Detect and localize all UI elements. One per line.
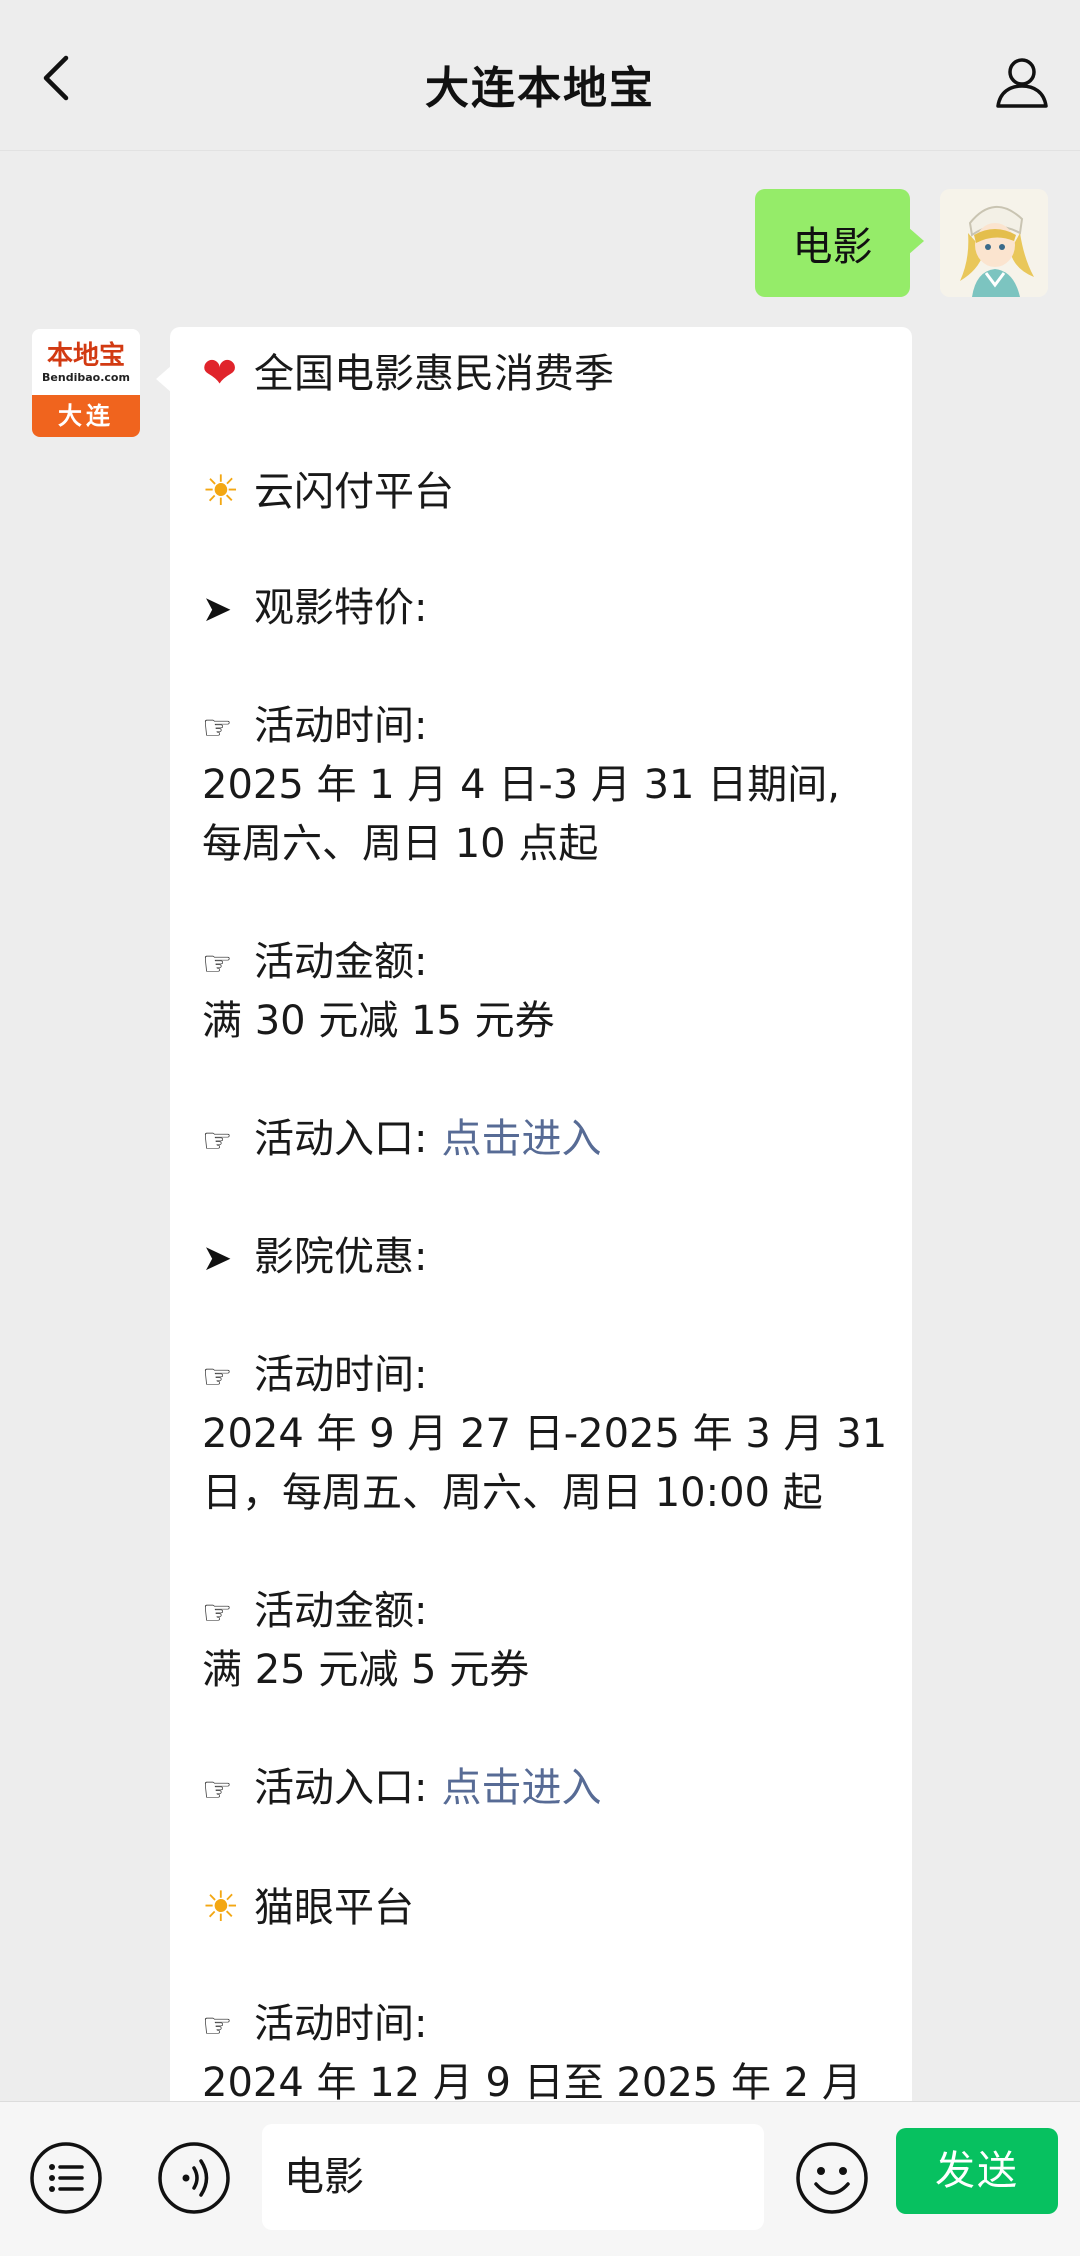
bendibao-logo: 本地宝 Bendibao.com: [32, 329, 140, 395]
avatar-city-label: 大连: [32, 395, 140, 437]
activity-time-value: 2024 年 12 月 9 日至 2025 年 2 月: [202, 2060, 862, 2101]
official-account-avatar[interactable]: 本地宝 Bendibao.com 大连: [32, 329, 140, 437]
sun-icon: ☀: [202, 466, 240, 515]
message-input-bar: 电影 发送: [0, 2101, 1080, 2256]
person-icon: [996, 58, 1048, 108]
pointing-hand-icon: ☞: [202, 1770, 233, 1810]
message-line: ☞ 活动时间:: [202, 1995, 880, 2054]
pointing-hand-icon: ☞: [202, 708, 233, 748]
message-line: ➤ 观影特价:: [202, 579, 880, 638]
sun-icon: ☀: [202, 1882, 240, 1931]
section-heading: 影院优惠:: [254, 1234, 428, 1280]
pointing-hand-icon: ☞: [202, 2006, 233, 2046]
platform-heading: 云闪付平台: [254, 469, 454, 515]
message-line: ☀ 猫眼平台: [202, 1877, 880, 1936]
send-button[interactable]: 发送: [896, 2128, 1058, 2214]
field-label: 活动时间:: [254, 703, 428, 749]
message-line: ☞ 活动时间:: [202, 697, 880, 756]
field-label: 活动时间:: [254, 2001, 428, 2047]
menu-button[interactable]: [28, 2140, 104, 2216]
activity-amount-value: 满 25 元减 5 元券: [202, 1647, 530, 1693]
field-label: 活动入口:: [254, 1765, 428, 1811]
voice-icon: [158, 2142, 230, 2214]
user-avatar[interactable]: [940, 189, 1048, 297]
sent-message-bubble[interactable]: 电影: [755, 189, 924, 297]
pointing-hand-icon: ☞: [202, 1357, 233, 1397]
pointing-hand-icon: ☞: [202, 944, 233, 984]
heart-icon: ❤: [202, 348, 238, 397]
field-label: 活动时间:: [254, 1352, 428, 1398]
list-menu-icon: [30, 2142, 102, 2214]
anime-character-avatar-image: [940, 189, 1048, 297]
chat-message-list[interactable]: 电影 本地宝 Bendibao.com 大连 ❤ 全国电影惠民消费季 ☀ 云闪付…: [0, 151, 1080, 2101]
message-line: ☞ 活动金额:: [202, 933, 880, 992]
field-label: 活动金额:: [254, 939, 428, 985]
top-nav-bar: 大连本地宝: [0, 0, 1080, 151]
chat-title: 大连本地宝: [425, 63, 655, 114]
pointing-hand-icon: ☞: [202, 1593, 233, 1633]
chat-profile-button[interactable]: [992, 52, 1052, 112]
message-line: ➤ 影院优惠:: [202, 1228, 880, 1287]
emoji-button[interactable]: [794, 2140, 870, 2216]
pointing-hand-icon: ☞: [202, 1121, 233, 1161]
activity-time-value: 每周六、周日 10 点起: [202, 821, 599, 867]
activity-time-value: 2024 年 9 月 27 日-2025 年 3 月 31: [202, 1411, 888, 1457]
entry-link[interactable]: 点击进入: [441, 1765, 601, 1811]
field-label: 活动金额:: [254, 1588, 428, 1634]
arrow-right-icon: ➤: [202, 1238, 233, 1279]
field-label: 活动入口:: [254, 1116, 428, 1162]
message-line: ☞ 活动时间:: [202, 1346, 880, 1405]
message-line: ☞ 活动入口: 点击进入: [202, 1759, 880, 1818]
platform-heading: 猫眼平台: [254, 1885, 414, 1931]
message-line: ☀ 云闪付平台: [202, 461, 880, 520]
sent-message-text: 电影: [792, 224, 873, 270]
smiley-face-icon: [796, 2142, 868, 2214]
section-heading: 观影特价:: [254, 585, 428, 631]
activity-time-value: 2025 年 1 月 4 日-3 月 31 日期间,: [202, 762, 840, 808]
message-line: ☞ 活动金额:: [202, 1582, 880, 1641]
received-message-bubble[interactable]: ❤ 全国电影惠民消费季 ☀ 云闪付平台 ➤ 观影特价: ☞ 活动时间: 2025 年 1…: [156, 327, 912, 2101]
voice-input-button[interactable]: [156, 2140, 232, 2216]
activity-time-value: 日，每周五、周六、周日 10:00 起: [202, 1470, 823, 1516]
activity-amount-value: 满 30 元减 15 元券: [202, 998, 555, 1044]
arrow-right-icon: ➤: [202, 589, 233, 630]
message-line: ❤ 全国电影惠民消费季: [202, 343, 880, 402]
message-line: ☞ 活动入口: 点击进入: [202, 1110, 880, 1169]
reply-title: 全国电影惠民消费季: [254, 351, 614, 397]
entry-link[interactable]: 点击进入: [441, 1116, 601, 1162]
message-text-field[interactable]: 电影: [262, 2124, 764, 2230]
